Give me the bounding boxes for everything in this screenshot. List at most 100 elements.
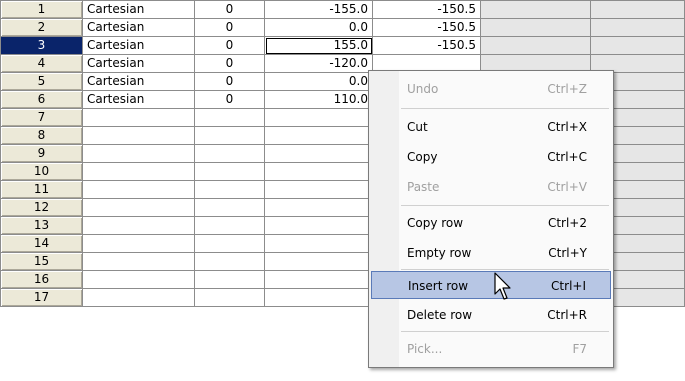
flag-cell[interactable]: 0	[194, 90, 265, 109]
flag-cell[interactable]	[194, 216, 265, 235]
type-cell[interactable]	[82, 252, 195, 271]
menu-item-shortcut: Ctrl+I	[551, 279, 586, 293]
type-cell[interactable]	[82, 126, 195, 145]
x-value-cell[interactable]	[264, 216, 373, 235]
x-value-cell[interactable]	[264, 252, 373, 271]
row-number[interactable]: 17	[0, 288, 83, 307]
menu-item-label: Paste	[407, 180, 440, 194]
row-number[interactable]: 9	[0, 144, 83, 163]
flag-cell[interactable]	[194, 270, 265, 289]
type-cell[interactable]: Cartesian	[82, 90, 195, 109]
type-cell[interactable]: Cartesian	[82, 18, 195, 37]
x-value-cell[interactable]	[264, 180, 373, 199]
row-number[interactable]: 8	[0, 126, 83, 145]
x-value-cell[interactable]: 0.0	[264, 72, 373, 91]
menu-item-shortcut: Ctrl+C	[547, 150, 587, 164]
x-value-cell[interactable]	[264, 108, 373, 127]
x-value-cell[interactable]	[264, 288, 373, 307]
type-cell[interactable]	[82, 270, 195, 289]
blank-cell[interactable]	[590, 18, 685, 37]
x-value-cell[interactable]: 0.0	[264, 18, 373, 37]
menu-item-undo[interactable]: Undo Ctrl+Z	[371, 75, 611, 103]
menu-item-label: Copy	[407, 150, 438, 164]
flag-cell[interactable]	[194, 180, 265, 199]
menu-item-shortcut: Ctrl+2	[547, 216, 587, 230]
y-value-cell[interactable]: -150.5	[372, 18, 481, 37]
flag-cell[interactable]	[194, 234, 265, 253]
menu-item-empty-row[interactable]: Empty row Ctrl+Y	[371, 239, 611, 267]
row-number[interactable]: 15	[0, 252, 83, 271]
flag-cell[interactable]: 0	[194, 18, 265, 37]
menu-separator	[401, 108, 609, 109]
flag-cell[interactable]	[194, 252, 265, 271]
type-cell[interactable]: Cartesian	[82, 54, 195, 73]
x-value-cell[interactable]: -155.0	[264, 0, 373, 19]
flag-cell[interactable]	[194, 198, 265, 217]
type-cell[interactable]: Cartesian	[82, 36, 195, 55]
row-number[interactable]: 14	[0, 234, 83, 253]
x-value-cell[interactable]	[264, 234, 373, 253]
menu-separator	[401, 269, 609, 270]
row-number[interactable]: 12	[0, 198, 83, 217]
flag-cell[interactable]: 0	[194, 0, 265, 19]
x-value-cell[interactable]: 110.0	[264, 90, 373, 109]
menu-item-insert-row[interactable]: Insert row Ctrl+I	[371, 271, 611, 299]
row-number[interactable]: 2	[0, 18, 83, 37]
y-value-cell[interactable]: -150.5	[372, 0, 481, 19]
x-value-cell[interactable]: 155.0	[264, 36, 373, 55]
menu-item-cut[interactable]: Cut Ctrl+X	[371, 113, 611, 141]
flag-cell[interactable]	[194, 108, 265, 127]
type-cell[interactable]	[82, 198, 195, 217]
type-cell[interactable]	[82, 216, 195, 235]
menu-item-shortcut: Ctrl+V	[547, 180, 587, 194]
type-cell[interactable]	[82, 180, 195, 199]
type-cell[interactable]	[82, 108, 195, 127]
blank-cell[interactable]	[480, 18, 591, 37]
table-row[interactable]: 2 Cartesian 0 0.0 -150.5	[0, 18, 685, 37]
x-value-cell[interactable]	[264, 270, 373, 289]
type-cell[interactable]	[82, 234, 195, 253]
x-value-cell[interactable]	[264, 162, 373, 181]
row-number[interactable]: 6	[0, 90, 83, 109]
arrow-pointer-icon	[494, 272, 511, 300]
menu-item-delete-row[interactable]: Delete row Ctrl+R	[371, 301, 611, 329]
flag-cell[interactable]: 0	[194, 36, 265, 55]
blank-cell[interactable]	[590, 0, 685, 19]
table-row[interactable]: 3 Cartesian 0 155.0 -150.5	[0, 36, 685, 55]
menu-item-copy[interactable]: Copy Ctrl+C	[371, 143, 611, 171]
flag-cell[interactable]	[194, 162, 265, 181]
blank-cell[interactable]	[590, 36, 685, 55]
menu-item-pick[interactable]: Pick... F7	[371, 335, 611, 363]
blank-cell[interactable]	[480, 36, 591, 55]
type-cell[interactable]: Cartesian	[82, 0, 195, 19]
x-value-cell[interactable]: -120.0	[264, 54, 373, 73]
type-cell[interactable]: Cartesian	[82, 72, 195, 91]
flag-cell[interactable]	[194, 288, 265, 307]
y-value-cell[interactable]: -150.5	[372, 36, 481, 55]
row-number[interactable]: 11	[0, 180, 83, 199]
x-value-cell[interactable]	[264, 144, 373, 163]
type-cell[interactable]	[82, 288, 195, 307]
row-number[interactable]: 4	[0, 54, 83, 73]
menu-item-shortcut: Ctrl+Y	[548, 246, 587, 260]
table-row[interactable]: 1 Cartesian 0 -155.0 -150.5	[0, 0, 685, 19]
row-number[interactable]: 16	[0, 270, 83, 289]
type-cell[interactable]	[82, 162, 195, 181]
flag-cell[interactable]: 0	[194, 54, 265, 73]
row-number[interactable]: 7	[0, 108, 83, 127]
row-number[interactable]: 5	[0, 72, 83, 91]
context-menu: Undo Ctrl+Z Cut Ctrl+X Copy Ctrl+C Paste…	[368, 70, 614, 368]
flag-cell[interactable]	[194, 126, 265, 145]
x-value-cell[interactable]	[264, 126, 373, 145]
x-value-cell[interactable]	[264, 198, 373, 217]
row-number[interactable]: 13	[0, 216, 83, 235]
blank-cell[interactable]	[480, 0, 591, 19]
menu-item-paste[interactable]: Paste Ctrl+V	[371, 173, 611, 201]
row-number[interactable]: 3	[0, 36, 83, 55]
row-number[interactable]: 1	[0, 0, 83, 19]
menu-item-copy-row[interactable]: Copy row Ctrl+2	[371, 209, 611, 237]
flag-cell[interactable]: 0	[194, 72, 265, 91]
row-number[interactable]: 10	[0, 162, 83, 181]
type-cell[interactable]	[82, 144, 195, 163]
flag-cell[interactable]	[194, 144, 265, 163]
